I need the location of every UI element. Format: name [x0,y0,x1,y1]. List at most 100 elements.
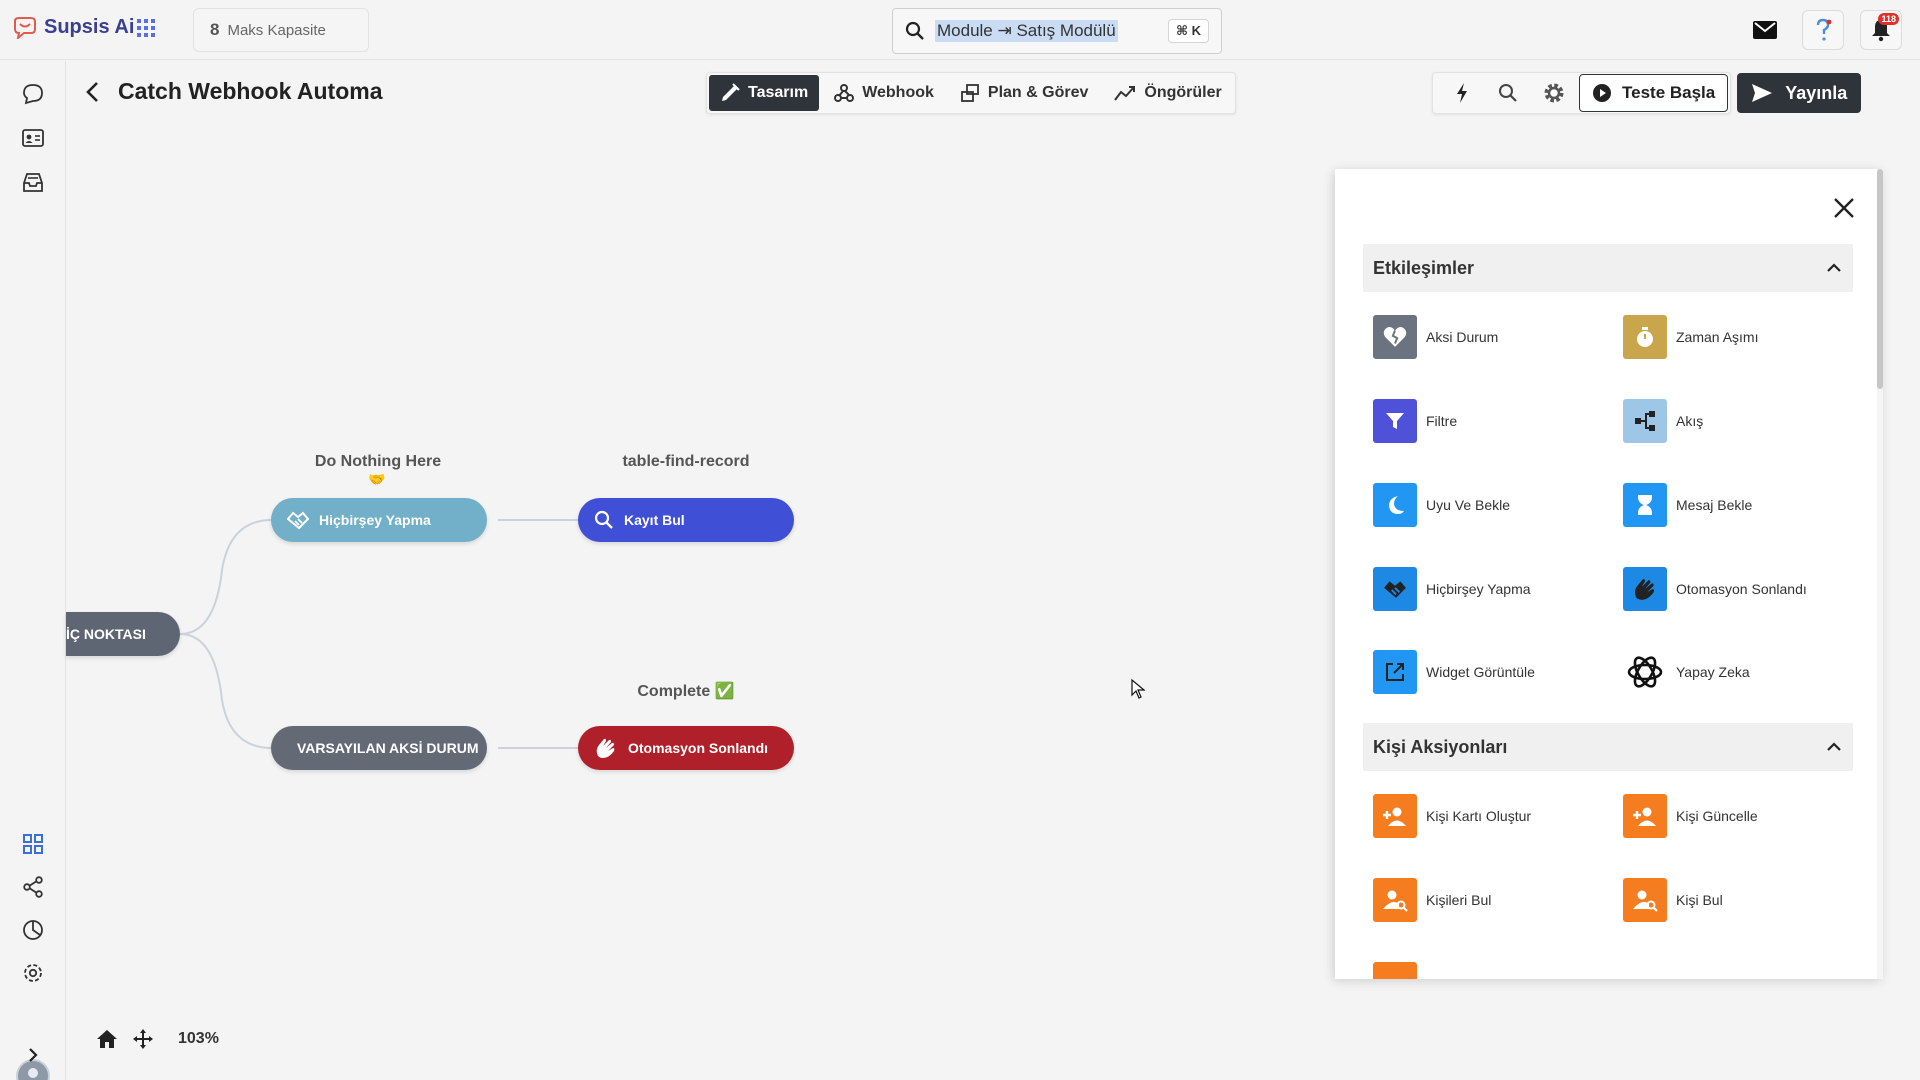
contact-card-icon [22,129,44,147]
tab-webhook[interactable]: Webhook [823,75,945,111]
gear-icon [1544,83,1564,103]
hourglass-icon [1623,483,1667,527]
publish-button[interactable]: Yayınla [1737,73,1862,113]
action-automation-end[interactable]: Otomasyon Sonlandı [1623,567,1807,611]
section-title: Etkileşimler [1373,257,1475,278]
notifications-button[interactable]: 118 [1860,10,1902,50]
pie-chart-icon [23,920,43,940]
apps-grid-icon[interactable] [136,18,156,38]
help-button[interactable] [1802,10,1844,50]
node-caption: table-find-record [622,453,750,470]
action-find-contacts[interactable]: Kişileri Bul [1373,878,1491,922]
action-label: Kişi Güncelle [1676,808,1758,824]
flow-node-label: Hiçbirşey Yapma [319,512,431,528]
page-title[interactable]: Catch Webhook Automa [118,78,398,105]
sidebar-item-reports[interactable] [20,917,46,943]
person-add-icon [1373,794,1417,838]
sidebar-item-dashboard[interactable] [20,831,46,857]
action-flow[interactable]: Akış [1623,399,1703,443]
action-timeout[interactable]: Zaman Aşımı [1623,315,1758,359]
action-item-partial[interactable] [1373,962,1417,979]
tab-insights[interactable]: Öngörüler [1103,75,1232,111]
zoom-level[interactable]: 103% [178,1030,219,1048]
action-label: Mesaj Bekle [1676,497,1753,513]
settings-button[interactable] [1533,74,1575,112]
move-arrows-icon[interactable] [132,1028,154,1050]
action-label: Yapay Zeka [1676,664,1750,680]
global-search[interactable]: Module ⇥ Satış Modülü ⌘ K [892,8,1222,54]
action-show-widget[interactable]: Widget Görüntüle [1373,650,1535,694]
quick-action-button[interactable] [1441,74,1483,112]
canvas-search-button[interactable] [1487,74,1529,112]
start-test-button[interactable]: Teste Başla [1579,74,1729,112]
panel-scrollbar-thumb[interactable] [1877,169,1883,389]
sidebar-item-inbox[interactable] [20,169,46,195]
sidebar-item-contacts[interactable] [20,125,46,151]
handshake-icon [1373,567,1417,611]
sidebar-item-share[interactable] [20,874,46,900]
canvas-controls: 103% [96,1028,219,1050]
action-label: Otomasyon Sonlandı [1676,581,1807,597]
action-label: Filtre [1426,413,1458,429]
play-circle-icon [1593,84,1611,102]
flow-node-find-record[interactable]: Kayıt Bul [578,498,794,542]
search-query[interactable]: Module ⇥ Satış Modülü [935,20,1118,42]
supsis-logo-icon [14,16,36,39]
action-label: Akış [1676,413,1704,429]
handshake-icon [287,511,309,530]
top-bar: Supsis Ai 8 Maks Kapasite Module ⇥ Satış… [0,0,1920,60]
webhook-icon [834,84,855,102]
flow-node-do-nothing[interactable]: Hiçbirşey Yapma [271,498,487,542]
inbox-icon [23,173,43,192]
tab-plan[interactable]: Plan & Görev [949,75,1099,111]
lightning-icon [1457,83,1467,103]
action-library-panel: Etkileşimler Aksi Durum Zaman Aşımı Filt… [1335,169,1883,979]
chevron-up-icon [1827,263,1841,272]
action-filter[interactable]: Filtre [1373,399,1457,443]
clap-icon [1623,567,1667,611]
flow-start-node[interactable]: İÇ NOKTASI [66,612,180,656]
help-icon [1816,18,1832,41]
action-label: Kişileri Bul [1426,892,1492,908]
action-ai[interactable]: Yapay Zeka [1623,650,1750,694]
brand[interactable]: Supsis Ai [12,16,134,39]
chevron-up-icon [1827,742,1841,751]
action-create-contact[interactable]: Kişi Kartı Oluştur [1373,794,1531,838]
design-icon [722,83,740,101]
sidebar-expand-button[interactable] [20,1042,46,1068]
sidebar-item-settings[interactable] [20,960,46,986]
person-search-icon [1373,878,1417,922]
tab-label: Webhook [862,84,934,101]
flow-node-automation-end[interactable]: Otomasyon Sonlandı [578,726,794,770]
action-wait-message[interactable]: Mesaj Bekle [1623,483,1752,527]
section-interactions-header[interactable]: Etkileşimler [1363,244,1853,292]
action-update-contact[interactable]: Kişi Güncelle [1623,794,1758,838]
search-icon [594,510,613,529]
left-sidebar [0,61,66,1080]
mail-button[interactable] [1744,10,1786,50]
flow-node-default-else[interactable]: VARSAYILAN AKSİ DURUM [271,726,487,770]
brand-name: Supsis Ai [44,16,135,38]
section-title: Kişi Aksiyonları [1373,736,1508,757]
sidebar-item-chat[interactable] [20,81,46,107]
section-contact-actions-header[interactable]: Kişi Aksiyonları [1363,723,1853,771]
notification-count: 118 [1878,13,1899,25]
capacity-indicator[interactable]: 8 Maks Kapasite [193,8,369,52]
back-arrow-icon[interactable] [82,80,106,104]
action-label: Uyu Ve Bekle [1426,497,1511,513]
header-actions: Teste Başla Yayınla [1432,72,1862,114]
person-add-icon [1623,794,1667,838]
action-else[interactable]: Aksi Durum [1373,315,1498,359]
capacity-value: 8 [210,20,220,39]
home-icon[interactable] [96,1029,118,1049]
gear-icon [24,964,42,982]
action-find-contact[interactable]: Kişi Bul [1623,878,1723,922]
search-shortcut: ⌘ K [1167,19,1209,43]
action-label: Hiçbirşey Yapma [1426,581,1531,597]
action-do-nothing[interactable]: Hiçbirşey Yapma [1373,567,1531,611]
panel-scrollbar[interactable] [1877,169,1883,979]
action-sleep-wait[interactable]: Uyu Ve Bekle [1373,483,1510,527]
close-icon[interactable] [1831,195,1857,221]
node-caption: Complete ✅ [637,683,735,700]
tab-design[interactable]: Tasarım [709,75,820,111]
